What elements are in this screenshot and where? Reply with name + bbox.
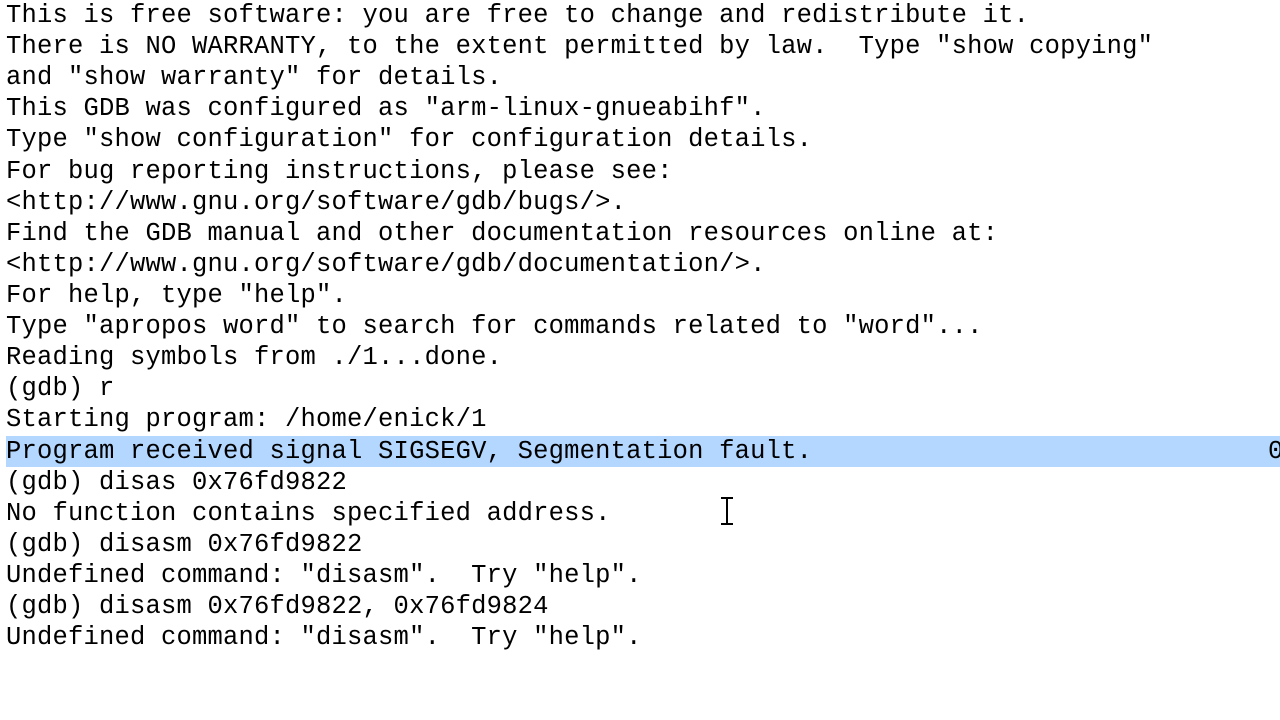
terminal-line: Starting program: /home/enick/1 [6, 404, 1274, 435]
terminal-line: This GDB was configured as "arm-linux-gn… [6, 93, 1274, 124]
terminal-line: Type "show configuration" for configurat… [6, 124, 1274, 155]
terminal-line: <http://www.gnu.org/software/gdb/documen… [6, 249, 1274, 280]
terminal-line: Program received signal SIGSEGV, Segment… [6, 436, 1268, 467]
terminal-output[interactable]: This is free software: you are free to c… [0, 0, 1280, 653]
terminal-line: Undefined command: "disasm". Try "help". [6, 622, 1274, 653]
terminal-line: Reading symbols from ./1...done. [6, 342, 1274, 373]
terminal-line: Undefined command: "disasm". Try "help". [6, 560, 1274, 591]
terminal-line: Find the GDB manual and other documentat… [6, 218, 1274, 249]
terminal-line: For bug reporting instructions, please s… [6, 156, 1274, 187]
terminal-line: For help, type "help". [6, 280, 1274, 311]
terminal-line: (gdb) disas 0x76fd9822 [6, 467, 1274, 498]
terminal-line: This is free software: you are free to c… [6, 0, 1274, 31]
terminal-line: There is NO WARRANTY, to the extent perm… [6, 31, 1274, 62]
terminal-line: (gdb) disasm 0x76fd9822 [6, 529, 1274, 560]
terminal-line: (gdb) r [6, 373, 1274, 404]
terminal-line: and "show warranty" for details. [6, 62, 1274, 93]
terminal-line: (gdb) disasm 0x76fd9822, 0x76fd9824 [6, 591, 1274, 622]
terminal-line: Type "apropos word" to search for comman… [6, 311, 1274, 342]
terminal-line: 0x76fd9822 in ?? () from /lib/ld-linux-a… [1268, 436, 1280, 467]
terminal-line: No function contains specified address. [6, 498, 1274, 529]
terminal-line: <http://www.gnu.org/software/gdb/bugs/>. [6, 187, 1274, 218]
